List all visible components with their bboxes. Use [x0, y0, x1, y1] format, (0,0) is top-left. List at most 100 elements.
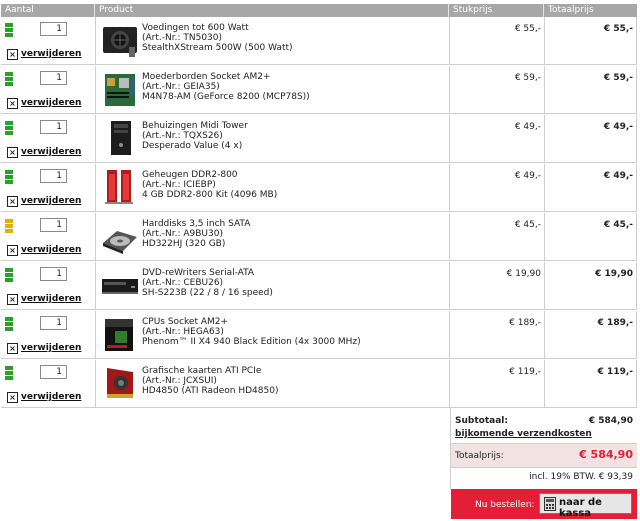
remove-label: verwijderen [21, 147, 82, 157]
product-article-number: (Art.-Nr.: JCXSUI) [142, 376, 217, 386]
unit-price: € 49,- [514, 171, 541, 181]
unit-price: € 59,- [514, 73, 541, 83]
line-total: € 189,- [597, 318, 633, 328]
remove-button[interactable]: × verwijderen [7, 97, 81, 109]
vat-box: incl. 19% BTW. € 93,39 [451, 468, 637, 487]
column-divider [95, 115, 96, 162]
product-category: Grafische kaarten ATI PCIe [142, 366, 262, 376]
unit-price: € 45,- [514, 220, 541, 230]
order-now-label: Nu bestellen: [475, 500, 535, 510]
memory-icon [105, 170, 133, 204]
product-article-number: (Art.-Nr.: A9BU30) [142, 229, 223, 239]
line-total: € 59,- [603, 73, 633, 83]
cart-row: ×verwijderen Geheugen DDR2-800(Art.-Nr.: … [1, 164, 637, 212]
stock-indicator-icon [5, 72, 13, 89]
product-description: Geheugen DDR2-800 (Art.-Nr.: ICIEBP) 4 GB … [142, 170, 277, 200]
product-category: Voedingen tot 600 Watt [142, 23, 249, 33]
product-description: DVD-reWriters Serial-ATA (Art.-Nr.: CEBU2… [142, 268, 273, 298]
product-article-number: (Art.-Nr.: HEGA63) [142, 327, 224, 337]
column-divider [636, 115, 637, 162]
column-divider [636, 360, 637, 407]
quantity-input[interactable] [40, 267, 67, 281]
product-description: Moederborden Socket AM2+ (Art.-Nr.: GEIA3… [142, 72, 310, 102]
product-description: Voedingen tot 600 Watt (Art.-Nr.: TN5030)… [142, 23, 293, 53]
cart-row: ×verwijderen Voedingen tot 600 Watt(Art.-… [1, 17, 637, 65]
remove-button[interactable]: × verwijderen [7, 391, 81, 403]
checkout-button[interactable]: naar de kassa [539, 493, 632, 519]
remove-button[interactable]: × verwijderen [7, 48, 81, 60]
product-description: Grafische kaarten ATI PCIe (Art.-Nr.: JCX… [142, 366, 278, 396]
unit-price: € 49,- [514, 122, 541, 132]
remove-button[interactable]: × verwijderen [7, 146, 81, 158]
quantity-input[interactable] [40, 22, 67, 36]
subtotal-label: Subtotaal: [455, 416, 508, 426]
product-name: SH-S223B (22 / 8 / 16 speed) [142, 288, 273, 298]
remove-label: verwijderen [21, 196, 82, 206]
quantity-input[interactable] [40, 169, 67, 183]
product-category: Moederborden Socket AM2+ [142, 72, 271, 82]
product-description: CPUs Socket AM2+ (Art.-Nr.: HEGA63) Phenom… [142, 317, 361, 347]
column-divider [95, 311, 96, 358]
remove-label: verwijderen [21, 245, 82, 255]
remove-x-icon: × [7, 293, 18, 305]
column-divider [636, 164, 637, 211]
remove-x-icon: × [7, 244, 18, 256]
stock-indicator-icon [5, 366, 13, 383]
product-category: CPUs Socket AM2+ [142, 317, 229, 327]
dvd-drive-icon [102, 279, 138, 294]
product-article-number: (Art.-Nr.: TN5030) [142, 33, 223, 43]
stock-indicator-icon [5, 268, 13, 285]
remove-button[interactable]: × verwijderen [7, 244, 81, 256]
subtotal-value: € 584,90 [588, 416, 633, 426]
quantity-input[interactable] [40, 71, 67, 85]
cart-row: ×verwijderen Harddisks 3,5 inch SATA(Art.… [1, 213, 637, 261]
checkout-bar: Nu bestellen: naar de kassa [451, 489, 637, 519]
remove-x-icon: × [7, 342, 18, 354]
remove-button[interactable]: × verwijderen [7, 293, 81, 305]
column-divider [95, 164, 96, 211]
remove-x-icon: × [7, 195, 18, 207]
remove-label: verwijderen [21, 49, 82, 59]
remove-button[interactable]: × verwijderen [7, 195, 81, 207]
line-total: € 45,- [603, 220, 633, 230]
remove-button[interactable]: × verwijderen [7, 342, 81, 354]
shipping-costs-link[interactable]: bijkomende verzendkosten [455, 429, 592, 439]
quantity-input[interactable] [40, 316, 67, 330]
product-article-number: (Art.-Nr.: ICIEBP) [142, 180, 216, 190]
product-article-number: (Art.-Nr.: CEBU26) [142, 278, 224, 288]
subtotal-box: Subtotaal: € 584,90 bijkomende verzendko… [451, 410, 637, 444]
column-divider [636, 17, 637, 64]
product-name: HD4850 (ATI Radeon HD4850) [142, 386, 279, 396]
column-divider [95, 262, 96, 309]
product-name: M4N78-AM (GeForce 8200 (MCP78S)) [142, 92, 310, 102]
cart-row: ×verwijderen CPUs Socket AM2+(Art.-Nr.: H… [1, 311, 637, 359]
cart-table-header: Aantal Product Stukprijs Totaalprijs [1, 4, 637, 17]
product-article-number: (Art.-Nr.: TQXS26) [142, 131, 223, 141]
remove-label: verwijderen [21, 294, 82, 304]
remove-label: verwijderen [21, 98, 82, 108]
quantity-input[interactable] [40, 218, 67, 232]
product-category: DVD-reWriters Serial-ATA [142, 268, 255, 278]
column-header-product: Product [95, 4, 449, 17]
line-total: € 119,- [597, 367, 633, 377]
unit-price: € 119,- [509, 367, 541, 377]
total-label: Totaalprijs: [455, 451, 504, 461]
harddisk-icon [103, 231, 137, 254]
line-total: € 49,- [603, 171, 633, 181]
cart-row: ×verwijderen Grafische kaarten ATI PCIe(A… [1, 360, 637, 408]
cpu-box-icon [105, 319, 133, 351]
cart-row: ×verwijderen DVD-reWriters Serial-ATA(Art… [1, 262, 637, 310]
remove-label: verwijderen [21, 343, 82, 353]
pc-case-icon [111, 121, 131, 155]
product-name: Phenom™ II X4 940 Black Edition (4x 3000… [142, 337, 361, 347]
unit-price: € 189,- [509, 318, 541, 328]
column-divider [95, 66, 96, 113]
quantity-input[interactable] [40, 120, 67, 134]
product-category: Behuizingen Midi Tower [142, 121, 248, 131]
column-divider [636, 213, 637, 260]
cart-row: ×verwijderen Moederborden Socket AM2+(Art… [1, 66, 637, 114]
product-description: Behuizingen Midi Tower (Art.-Nr.: TQXS26)… [142, 121, 248, 151]
stock-indicator-icon [5, 219, 13, 236]
remove-x-icon: × [7, 97, 18, 109]
quantity-input[interactable] [40, 365, 67, 379]
